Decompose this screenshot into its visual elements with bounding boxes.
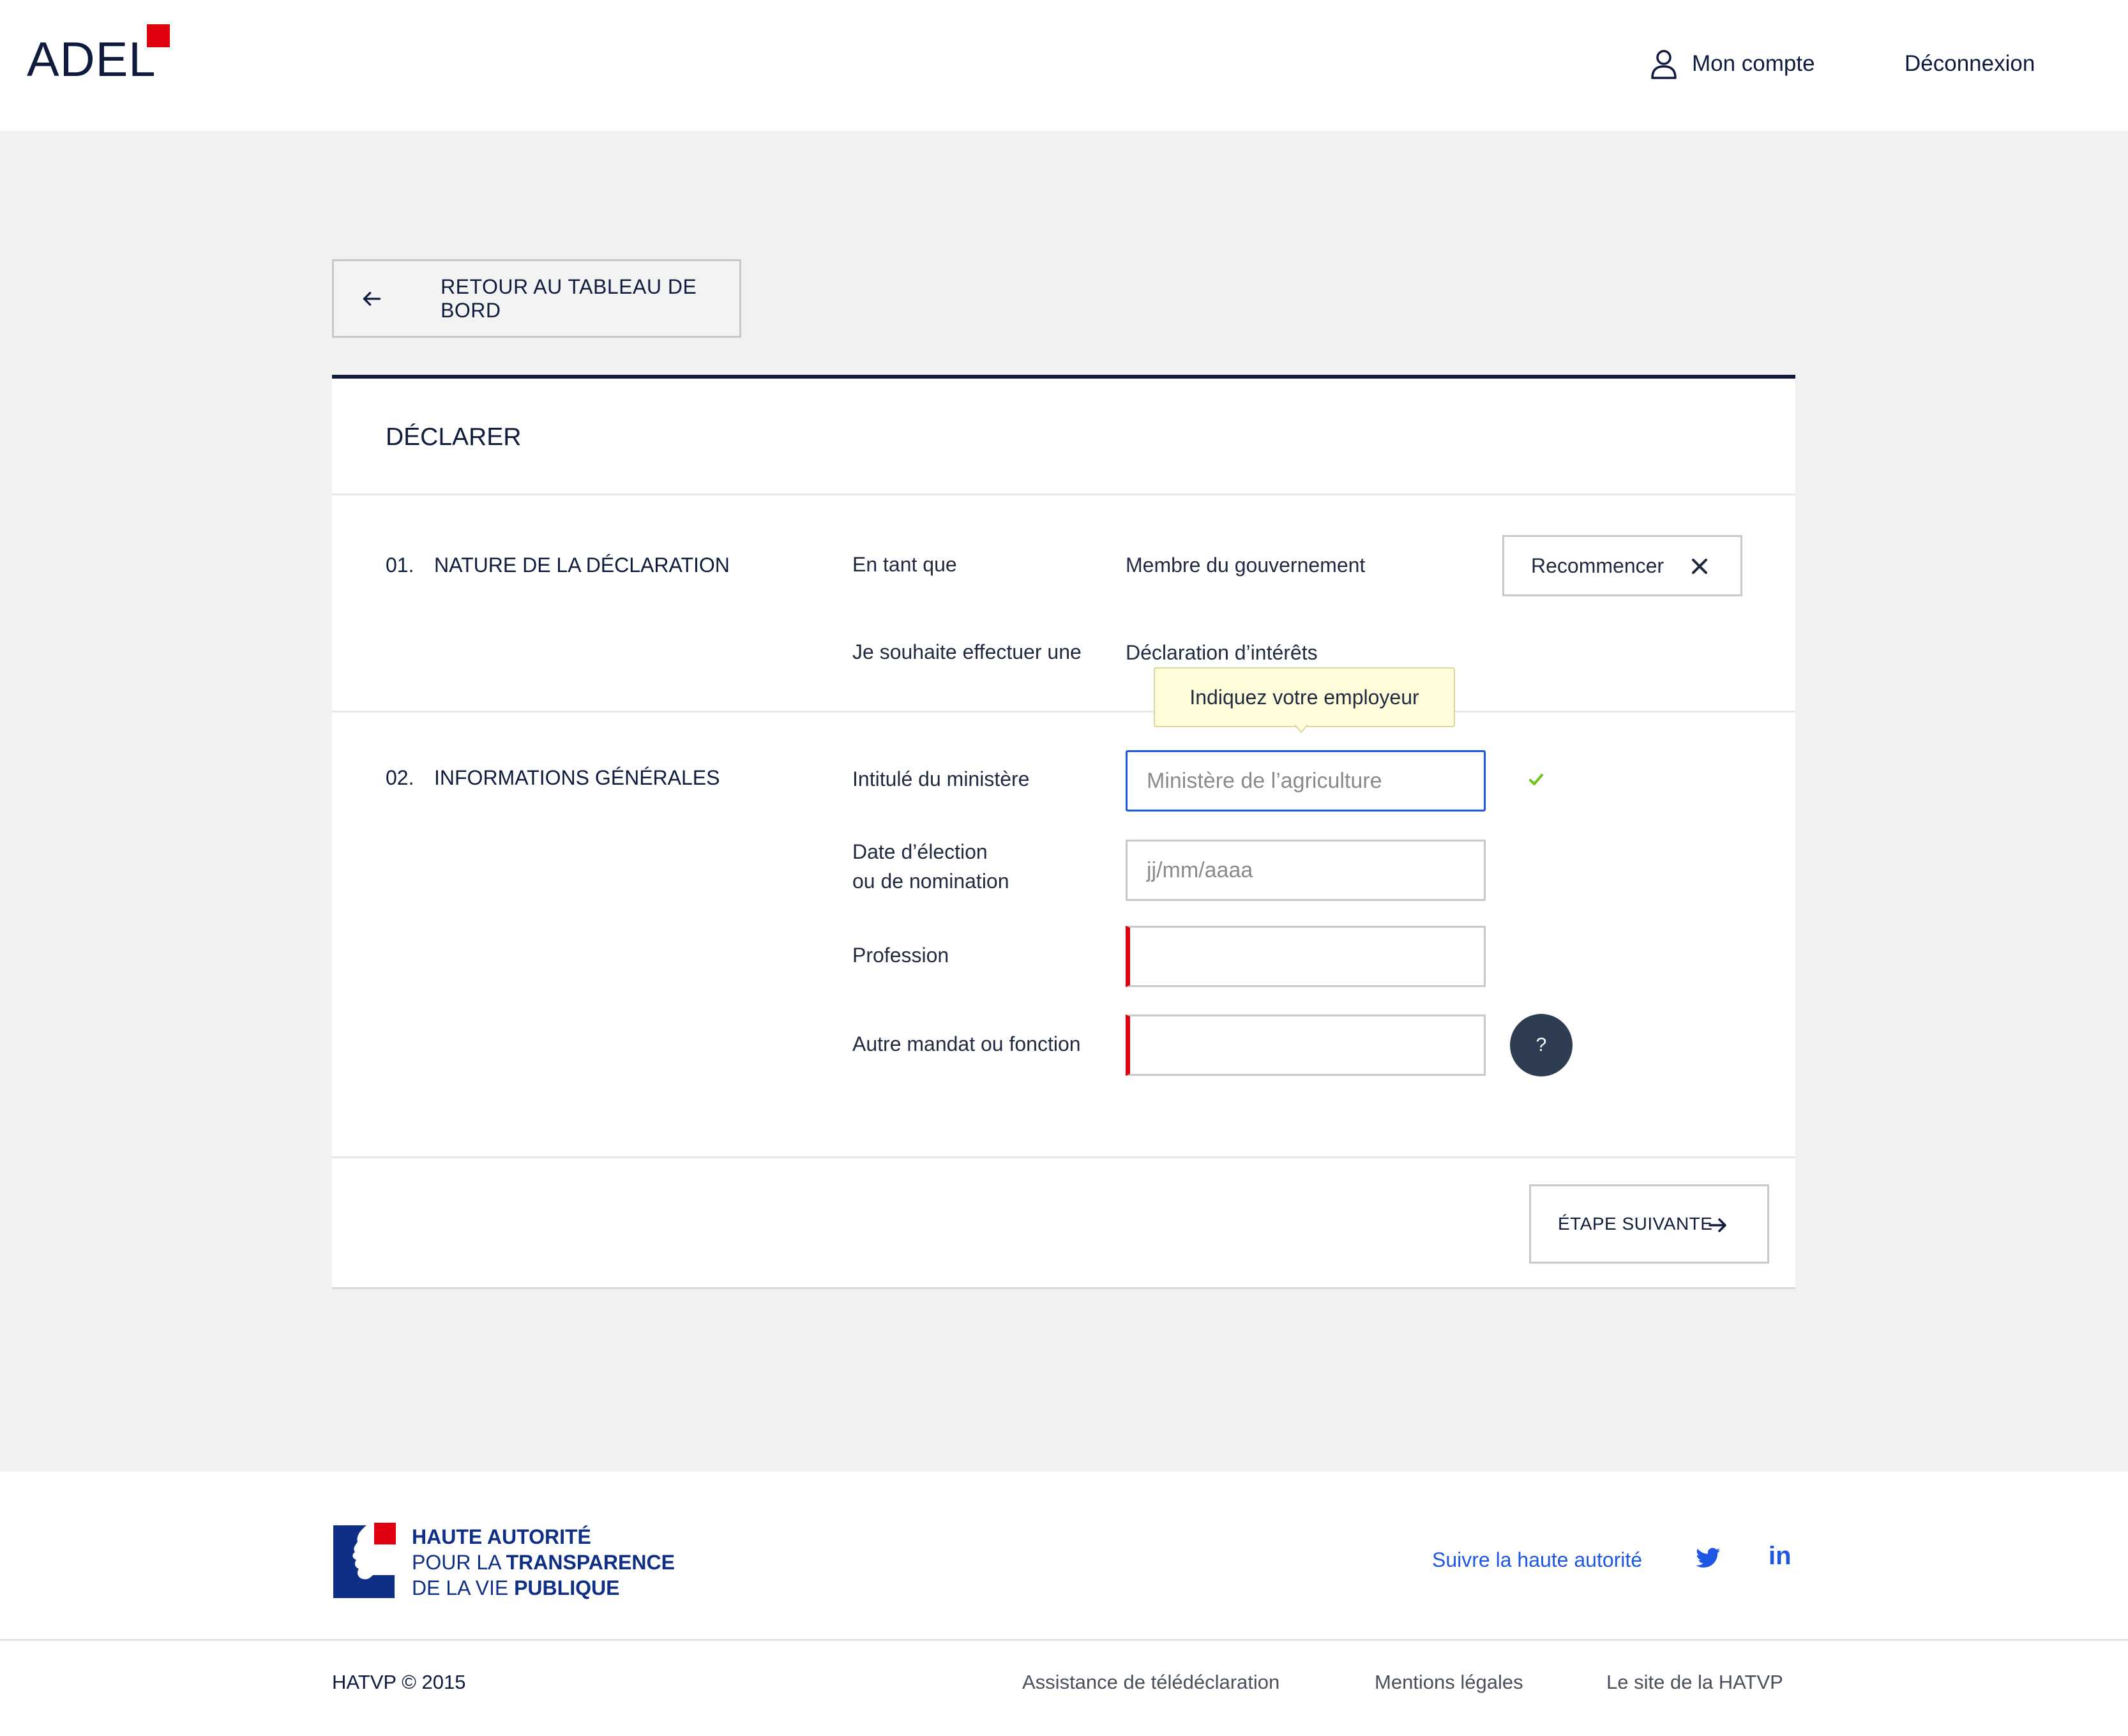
role-value: Membre du gouvernement	[1126, 554, 1366, 577]
date-input[interactable]: jj/mm/aaaa	[1126, 840, 1486, 901]
divider	[332, 494, 1795, 495]
declaration-type-label: Je souhaite effectuer une	[852, 640, 1082, 663]
field-tooltip: Indiquez votre employeur	[1154, 667, 1455, 727]
org-line-2a: POUR LA	[412, 1551, 506, 1574]
account-label: Mon compte	[1692, 51, 1815, 76]
profession-label: Profession	[852, 944, 949, 967]
logout-label: Déconnexion	[1905, 51, 2035, 76]
divider	[332, 1156, 1795, 1158]
role-label: En tant que	[852, 553, 957, 576]
other-mandate-label: Autre mandat ou fonction	[852, 1032, 1081, 1055]
hatvp-logo-icon	[333, 1523, 396, 1598]
org-line-1: HAUTE AUTORITÉ	[412, 1525, 591, 1548]
logout-link[interactable]: Déconnexion	[1905, 46, 2035, 82]
org-line-3a: DE LA VIE	[412, 1576, 515, 1599]
footer-link-assistance[interactable]: Assistance de télédéclaration	[1022, 1671, 1279, 1694]
date-label-line-1: Date d’élection	[852, 840, 988, 863]
section-2-title: INFORMATIONS GÉNÉRALES	[434, 766, 720, 789]
tooltip-pointer	[1295, 725, 1308, 734]
close-icon	[1692, 559, 1707, 574]
org-line-2b: TRANSPARENCE	[506, 1551, 675, 1574]
ministry-label: Intitulé du ministère	[852, 767, 1030, 790]
linkedin-icon[interactable]: in	[1769, 1542, 1792, 1571]
hatvp-name: HAUTE AUTORITÉ POUR LA TRANSPARENCE DE L…	[412, 1524, 675, 1601]
other-mandate-input[interactable]	[1126, 1015, 1486, 1076]
next-step-label: ÉTAPE SUIVANTE	[1558, 1214, 1713, 1234]
date-label-line-2: ou de nomination	[852, 870, 1009, 893]
arrow-left-icon	[363, 291, 381, 306]
ministry-input[interactable]: Ministère de l’agriculture	[1126, 750, 1486, 811]
follow-authority-link[interactable]: Suivre la haute autorité	[1432, 1548, 1642, 1572]
user-icon	[1651, 50, 1677, 79]
footer: HAUTE AUTORITÉ POUR LA TRANSPARENCE DE L…	[0, 1472, 2128, 1736]
org-line-3b: PUBLIQUE	[514, 1576, 620, 1599]
footer-link-legal[interactable]: Mentions légales	[1375, 1671, 1523, 1694]
declaration-type-value: Déclaration d’intérêts	[1126, 641, 1318, 664]
logo-red-square	[147, 24, 170, 47]
check-icon	[1529, 774, 1543, 785]
restart-label: Recommencer	[1531, 554, 1664, 577]
declaration-card: DÉCLARER 01. NATURE DE LA DÉCLARATION En…	[332, 375, 1795, 1289]
footer-link-hatvp-site[interactable]: Le site de la HATVP	[1606, 1671, 1783, 1694]
help-button[interactable]: ?	[1510, 1014, 1573, 1076]
section-2-number: 02.	[386, 766, 414, 789]
adel-logo[interactable]: ADEL	[27, 36, 156, 84]
card-title: DÉCLARER	[386, 423, 522, 451]
back-to-dashboard-button[interactable]: RETOUR AU TABLEAU DE BORD	[332, 259, 741, 338]
top-header: ADEL Mon compte Déconnexion	[0, 0, 2128, 131]
section-1-number: 01.	[386, 554, 414, 577]
back-button-label: RETOUR AU TABLEAU DE BORD	[441, 275, 697, 322]
section-1-title: NATURE DE LA DÉCLARATION	[434, 554, 730, 577]
next-step-button[interactable]: ÉTAPE SUIVANTE	[1529, 1184, 1769, 1264]
arrow-right-icon	[1709, 1218, 1726, 1232]
divider	[332, 711, 1795, 713]
copyright: HATVP © 2015	[332, 1671, 466, 1693]
account-link[interactable]: Mon compte	[1650, 46, 1815, 82]
footer-divider	[0, 1639, 2128, 1641]
date-label: Date d’élection ou de nomination	[852, 837, 1009, 896]
twitter-icon[interactable]	[1696, 1547, 1721, 1569]
restart-button[interactable]: Recommencer	[1502, 535, 1742, 596]
profession-input[interactable]	[1126, 926, 1486, 987]
